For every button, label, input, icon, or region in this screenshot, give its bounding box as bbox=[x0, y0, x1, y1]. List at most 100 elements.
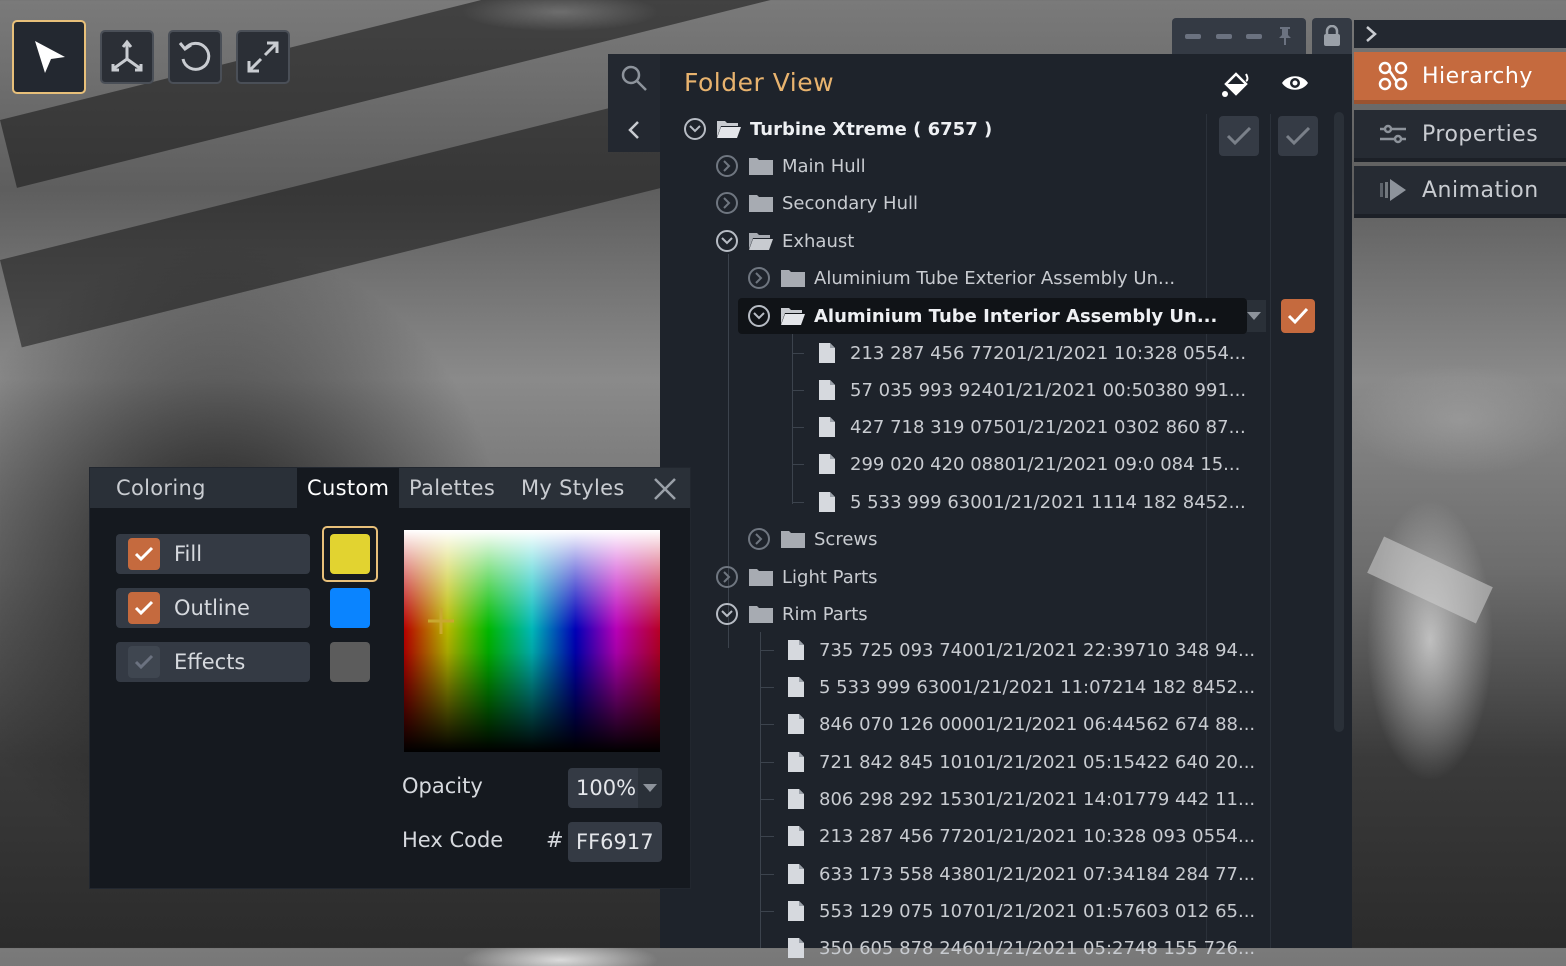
file-icon bbox=[788, 714, 804, 734]
search-icon bbox=[621, 65, 647, 91]
scale-tool-button[interactable] bbox=[236, 30, 290, 84]
eye-icon[interactable] bbox=[1280, 68, 1310, 98]
expand-toggle[interactable] bbox=[748, 528, 770, 550]
file-icon bbox=[819, 380, 835, 400]
collapse-panel-button[interactable] bbox=[1354, 20, 1566, 48]
minimize-dash[interactable] bbox=[1185, 33, 1202, 39]
tab-custom[interactable]: Custom bbox=[297, 468, 400, 508]
chevron-right-icon bbox=[755, 533, 763, 545]
fill-swatch-button[interactable] bbox=[322, 526, 378, 582]
folder-icon bbox=[781, 531, 805, 548]
effects-option[interactable]: Effects bbox=[116, 642, 310, 682]
tree-row-tube-exterior[interactable]: Aluminium Tube Exterior Assembly Un... bbox=[748, 260, 1175, 296]
tree-scrollbar[interactable] bbox=[1334, 112, 1344, 732]
fill-color-swatch bbox=[330, 534, 370, 574]
fill-checkbox[interactable] bbox=[128, 538, 160, 570]
minimize-dash[interactable] bbox=[1215, 33, 1232, 39]
check-icon bbox=[134, 654, 154, 670]
tree-row-file[interactable]: 57 035 993 92401/21/2021 00:50380 991... bbox=[818, 372, 1246, 408]
tree-label: Aluminium Tube Interior Assembly Un... bbox=[814, 305, 1218, 327]
tree-row-file[interactable]: 5 533 999 63001/21/2021 1114 182 8452... bbox=[818, 484, 1246, 520]
file-icon bbox=[788, 677, 804, 697]
selected-visible-checkbox[interactable] bbox=[1281, 299, 1315, 333]
tree-line bbox=[792, 353, 804, 354]
tree-row-light-parts[interactable]: Light Parts bbox=[716, 559, 878, 595]
tree-row-secondary-hull[interactable]: Secondary Hull bbox=[716, 185, 918, 221]
collapse-toggle[interactable] bbox=[748, 305, 770, 327]
tree-label: 350 605 878 24601/21/2021 05:2748 155 72… bbox=[819, 937, 1256, 959]
fill-option[interactable]: Fill bbox=[116, 534, 310, 574]
tree-row-turbine-xtreme[interactable]: Turbine Xtreme ( 6757 ) bbox=[684, 111, 992, 147]
tab-my-styles[interactable]: My Styles bbox=[521, 468, 625, 508]
back-button[interactable] bbox=[608, 106, 660, 154]
opacity-select[interactable]: 100% bbox=[568, 768, 662, 808]
tree-row-screws[interactable]: Screws bbox=[748, 521, 878, 557]
tree-line bbox=[760, 836, 774, 837]
select-tool-button[interactable] bbox=[12, 20, 86, 94]
tree-label: Aluminium Tube Exterior Assembly Un... bbox=[814, 267, 1176, 289]
expand-toggle[interactable] bbox=[716, 566, 738, 588]
tree-row-file[interactable]: 846 070 126 00001/21/2021 06:44562 674 8… bbox=[787, 706, 1255, 742]
tree-row-file[interactable]: 735 725 093 74001/21/2021 22:39710 348 9… bbox=[787, 632, 1255, 668]
hex-code-input[interactable]: FF6917 bbox=[568, 822, 662, 862]
hex-code-value: FF6917 bbox=[576, 830, 654, 854]
folder-icon bbox=[749, 158, 773, 175]
tree-line bbox=[760, 724, 774, 725]
opacity-dropdown[interactable] bbox=[638, 768, 662, 808]
animation-icon bbox=[1378, 175, 1408, 205]
tab-properties[interactable]: Properties bbox=[1354, 110, 1566, 162]
axis-tool-button[interactable] bbox=[100, 30, 154, 84]
tree-row-file[interactable]: 213 287 456 77201/21/2021 10:328 0554... bbox=[818, 335, 1246, 371]
tree-line bbox=[760, 687, 774, 688]
collapse-toggle[interactable] bbox=[716, 230, 738, 252]
tree-row-file[interactable]: 806 298 292 15301/21/2021 14:01779 442 1… bbox=[787, 781, 1255, 817]
tree-row-main-hull[interactable]: Main Hull bbox=[716, 148, 866, 184]
tab-palettes[interactable]: Palettes bbox=[409, 468, 495, 508]
collapse-toggle[interactable] bbox=[684, 118, 706, 140]
expand-toggle[interactable] bbox=[716, 155, 738, 177]
collapse-toggle[interactable] bbox=[716, 603, 738, 625]
effects-color-swatch[interactable] bbox=[330, 642, 370, 682]
lock-panel-button[interactable] bbox=[1312, 18, 1352, 54]
search-button[interactable] bbox=[608, 54, 660, 102]
close-icon[interactable] bbox=[652, 476, 678, 502]
tab-hierarchy[interactable]: Hierarchy bbox=[1354, 52, 1566, 104]
minimize-dash[interactable] bbox=[1246, 33, 1263, 39]
outline-option[interactable]: Outline bbox=[116, 588, 310, 628]
tree-label: 213 287 456 77201/21/2021 10:328 0554... bbox=[850, 342, 1247, 364]
rotate-tool-button[interactable] bbox=[168, 30, 222, 84]
root-paint-checkbox[interactable] bbox=[1219, 116, 1259, 156]
effects-checkbox[interactable] bbox=[128, 646, 160, 678]
expand-toggle[interactable] bbox=[716, 192, 738, 214]
tree-row-file[interactable]: 721 842 845 10101/21/2021 05:15422 640 2… bbox=[787, 744, 1255, 780]
tree-label: 57 035 993 92401/21/2021 00:50380 991... bbox=[850, 379, 1247, 401]
tree-row-file[interactable]: 633 173 558 43801/21/2021 07:34184 284 7… bbox=[787, 856, 1255, 892]
effects-label: Effects bbox=[174, 650, 246, 674]
expand-toggle[interactable] bbox=[748, 267, 770, 289]
tree-line bbox=[792, 427, 804, 428]
tree-row-file[interactable]: 299 020 420 08801/21/2021 09:0 084 15... bbox=[818, 446, 1240, 482]
paint-bucket-icon[interactable] bbox=[1220, 68, 1250, 98]
folder-icon bbox=[749, 569, 773, 586]
outline-color-swatch[interactable] bbox=[330, 588, 370, 628]
tab-animation[interactable]: Animation bbox=[1354, 166, 1566, 218]
tree-row-file[interactable]: 350 605 878 24601/21/2021 05:2748 155 72… bbox=[787, 930, 1255, 966]
pin-icon[interactable] bbox=[1277, 26, 1293, 46]
tree-row-file[interactable]: 427 718 319 07501/21/2021 0302 860 87... bbox=[818, 409, 1246, 445]
tree-row-file[interactable]: 5 533 999 63001/21/2021 11:07214 182 845… bbox=[787, 669, 1255, 705]
picker-crosshair-icon[interactable] bbox=[426, 606, 456, 636]
tree-row-rim-parts[interactable]: Rim Parts bbox=[716, 596, 868, 632]
folder-view-side-buttons bbox=[608, 54, 660, 152]
root-visible-checkbox[interactable] bbox=[1278, 116, 1318, 156]
panel-window-strip bbox=[1172, 18, 1306, 54]
file-icon bbox=[819, 454, 835, 474]
tree-row-file[interactable]: 553 129 075 10701/21/2021 01:57603 012 6… bbox=[787, 893, 1255, 929]
outline-checkbox[interactable] bbox=[128, 592, 160, 624]
hierarchy-icon bbox=[1378, 61, 1408, 91]
tree-row-tube-interior[interactable]: Aluminium Tube Interior Assembly Un... bbox=[738, 298, 1248, 334]
color-picker-area[interactable] bbox=[404, 530, 660, 752]
tree-row-exhaust[interactable]: Exhaust bbox=[716, 223, 854, 259]
tree-label: 299 020 420 08801/21/2021 09:0 084 15... bbox=[850, 453, 1241, 475]
folder-open-icon bbox=[781, 308, 805, 325]
tree-row-file[interactable]: 213 287 456 77201/21/2021 10:328 093 055… bbox=[787, 818, 1255, 854]
